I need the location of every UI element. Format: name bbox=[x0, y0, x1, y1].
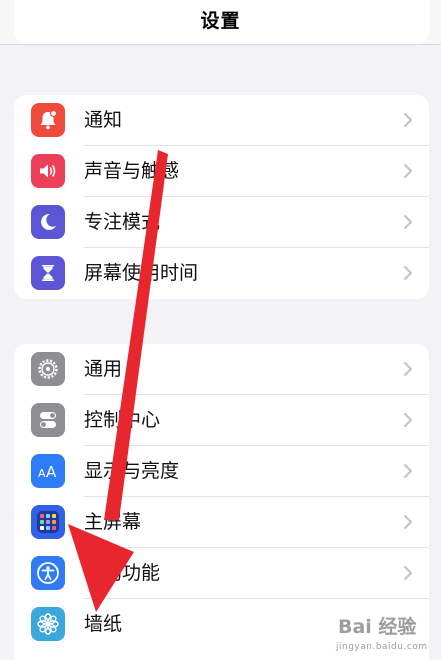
text-size-icon: A A bbox=[31, 454, 65, 488]
settings-row-display[interactable]: A A 显示与亮度 bbox=[14, 446, 429, 497]
page-title: 设置 bbox=[200, 10, 241, 32]
settings-row-label: 显示与亮度 bbox=[84, 460, 180, 482]
chevron-right-icon bbox=[403, 361, 413, 377]
settings-row-label: 主屏幕 bbox=[84, 511, 142, 533]
flower-icon bbox=[31, 607, 65, 641]
chevron-right-icon bbox=[403, 463, 413, 479]
svg-text:A: A bbox=[46, 463, 57, 481]
hourglass-icon bbox=[31, 256, 65, 290]
settings-row-label: 通用 bbox=[84, 358, 123, 380]
settings-row-label: 声音与触感 bbox=[84, 160, 180, 182]
svg-text:A: A bbox=[38, 467, 46, 480]
accessibility-icon bbox=[31, 556, 65, 590]
chevron-right-icon bbox=[403, 565, 413, 581]
speaker-icon bbox=[31, 154, 65, 188]
settings-row-general[interactable]: 通用 bbox=[14, 344, 429, 395]
settings-row-label: 辅助功能 bbox=[84, 562, 161, 584]
settings-row-sounds[interactable]: 声音与触感 bbox=[14, 146, 429, 197]
chevron-right-icon bbox=[403, 163, 413, 179]
baidu-jingyan-watermark: Bai 经验 jingyan.baidu.com bbox=[318, 604, 438, 658]
settings-row-label: 专注模式 bbox=[84, 211, 161, 233]
settings-row-control-center[interactable]: 控制中心 bbox=[14, 395, 429, 446]
settings-row-label: 通知 bbox=[84, 109, 123, 131]
watermark-url: jingyan.baidu.com bbox=[336, 642, 428, 652]
settings-group-1: 通知 声音与触感 专注模式 屏幕使用时间 bbox=[14, 95, 429, 299]
settings-row-accessibility[interactable]: 辅助功能 bbox=[14, 548, 429, 599]
gear-icon bbox=[31, 352, 65, 386]
toggles-icon bbox=[31, 403, 65, 437]
chevron-right-icon bbox=[403, 265, 413, 281]
settings-row-home-screen[interactable]: 主屏幕 bbox=[14, 497, 429, 548]
app-grid-icon bbox=[31, 505, 65, 539]
settings-row-label: 控制中心 bbox=[84, 409, 161, 431]
settings-row-label: 墙纸 bbox=[84, 613, 123, 635]
settings-row-focus[interactable]: 专注模式 bbox=[14, 197, 429, 248]
moon-icon bbox=[31, 205, 65, 239]
chevron-right-icon bbox=[403, 514, 413, 530]
watermark-brand: Bai 经验 bbox=[338, 616, 417, 638]
chevron-right-icon bbox=[403, 412, 413, 428]
nav-bar: 设置 bbox=[0, 0, 441, 45]
settings-row-screen-time[interactable]: 屏幕使用时间 bbox=[14, 248, 429, 299]
chevron-right-icon bbox=[403, 112, 413, 128]
bell-badge-icon bbox=[31, 103, 65, 137]
settings-row-notifications[interactable]: 通知 bbox=[14, 95, 429, 146]
chevron-right-icon bbox=[403, 214, 413, 230]
settings-row-label: 屏幕使用时间 bbox=[84, 262, 199, 284]
